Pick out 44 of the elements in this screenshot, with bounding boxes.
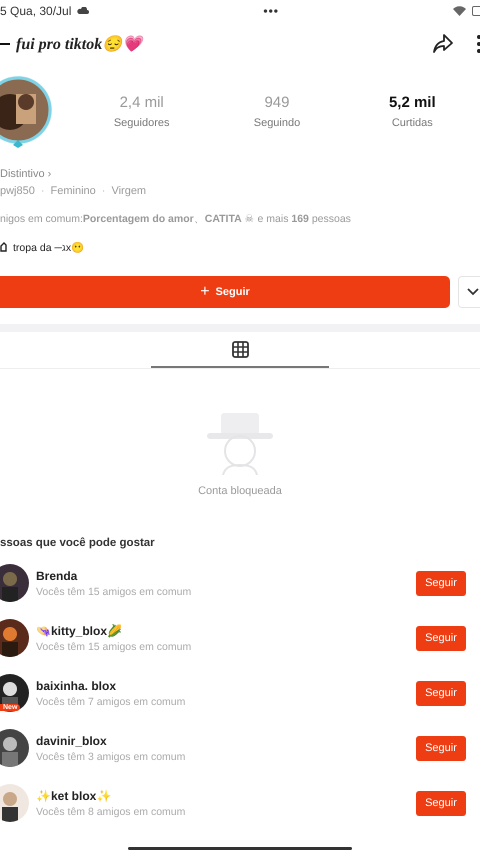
follow-button[interactable]: Seguir <box>416 570 466 596</box>
profile-title: fui pro tiktok😔💗 <box>16 34 142 54</box>
follow-button[interactable]: Seguir <box>416 626 466 650</box>
follow-button[interactable]: Seguir <box>416 680 466 706</box>
stat-label[interactable]: Curtidas <box>392 116 433 128</box>
cloud-icon <box>77 7 90 15</box>
profile-detail: Virgem <box>111 185 146 197</box>
section-title: ssoas que você pode gostar <box>0 537 156 549</box>
mutual-count: Vocês têm 15 amigos em comum <box>36 586 192 598</box>
person-name[interactable]: 👒kitty_blox🌽 <box>36 624 416 638</box>
mutual-friends-text: nigos em comum:Porcentagem do amor、CATITA ☠ e mais 169 pessoas <box>0 212 352 226</box>
wifi-icon <box>453 6 466 16</box>
mutual-count: Vocês têm 8 amigos em comum <box>36 806 186 818</box>
person-name[interactable]: Brenda <box>36 568 416 582</box>
mutual-count: Vocês têm 7 amigos em comum <box>36 696 186 708</box>
dropdown-button[interactable] <box>458 276 480 308</box>
separator-dot: · <box>40 185 45 197</box>
profile-detail: Feminino <box>50 185 96 197</box>
status-dots: ••• <box>263 4 279 18</box>
status-time: 5 Qua, 30/Jul <box>0 4 72 18</box>
stat-value: 2,4 mil <box>120 94 164 110</box>
stat-label[interactable]: Seguindo <box>254 116 300 128</box>
group-name[interactable]: tropa da ─ℷx😶 <box>13 240 84 254</box>
person-name[interactable]: baixinha. blox <box>36 678 416 692</box>
person-name[interactable]: davinir_blox <box>36 734 416 748</box>
share-icon[interactable] <box>432 33 454 55</box>
more-icon[interactable] <box>474 34 480 54</box>
battery-icon <box>472 6 480 16</box>
blocked-message: Conta bloqueada <box>198 485 282 497</box>
follow-button[interactable]: + Seguir <box>0 276 450 308</box>
separator-dot: · <box>102 185 106 197</box>
mutual-count: Vocês têm 15 amigos em comum <box>36 640 192 652</box>
grid-icon <box>232 340 248 358</box>
stat-value: 949 <box>264 94 290 110</box>
mutual-count: Vocês têm 3 amigos em comum <box>36 750 186 762</box>
profile-detail: pwj850 <box>0 185 35 197</box>
badge-link[interactable]: Distintivo › <box>0 168 52 180</box>
chevron-down-icon <box>467 288 479 296</box>
back-icon[interactable] <box>0 42 10 46</box>
stat-label[interactable]: Seguidores <box>114 116 170 128</box>
person-name[interactable]: ✨ket blox✨ <box>36 788 416 802</box>
follow-button[interactable]: Seguir <box>416 736 466 760</box>
stat-value: 5,2 mil <box>388 94 436 110</box>
follow-button[interactable]: Seguir <box>416 790 466 816</box>
